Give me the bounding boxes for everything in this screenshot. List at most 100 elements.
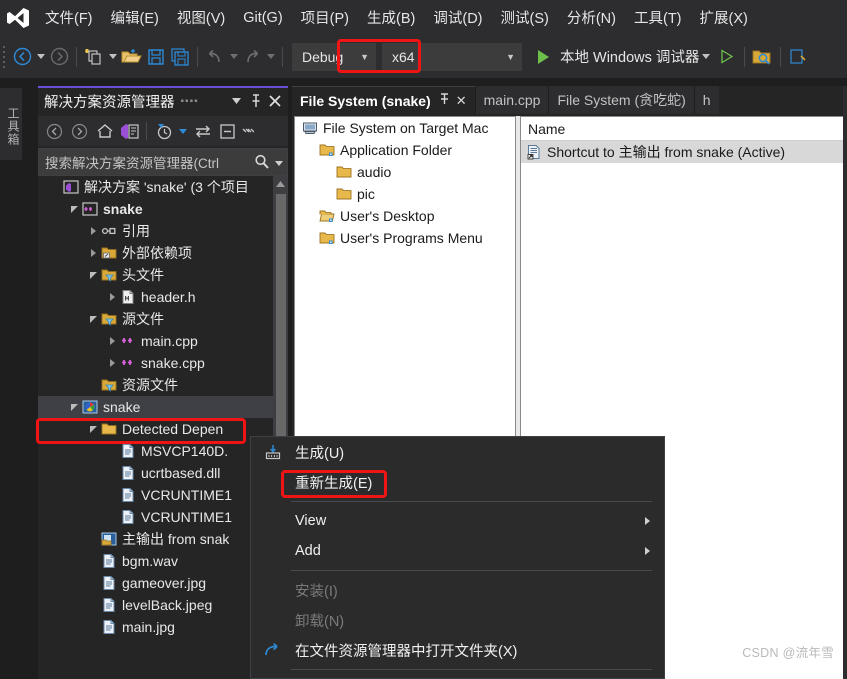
home-icon[interactable] [92,119,117,143]
start-debug-button[interactable] [531,42,555,72]
menu-item-git[interactable]: Git(G) [234,0,291,35]
watermark: CSDN @流年雪 [742,646,834,660]
pending-changes-dropdown-icon[interactable] [176,119,190,143]
tab-partial[interactable]: h [693,86,719,114]
twisty-right-icon[interactable] [105,359,119,367]
scrollbar-thumb[interactable] [276,194,286,444]
context-menu-item[interactable]: 在文件资源管理器中打开文件夹(X) [251,635,664,665]
twisty-down-icon[interactable] [67,205,81,213]
tree-item-header.h[interactable]: header.h [38,286,288,308]
file-system-detail-pane: Name Shortcut to 主输出 from snake (Active) [520,116,847,446]
tree-item-snake.cpp[interactable]: snake.cpp [38,352,288,374]
menu-item-build[interactable]: 生成(B) [358,0,424,35]
twisty-down-icon[interactable] [67,403,81,411]
solution-configuration-combo[interactable]: Debug ▼ [292,42,376,71]
search-options-dropdown-icon[interactable] [275,153,283,171]
tree-item-main.cpp[interactable]: main.cpp [38,330,288,352]
start-without-debug-button[interactable] [715,42,739,72]
tree-item-[interactable]: 源文件 [38,308,288,330]
twisty-down-icon[interactable] [86,315,100,323]
toolbox-vertical-tab[interactable]: 工具箱 [0,88,22,160]
tree-item-[interactable]: 外部依赖项 [38,242,288,264]
programs-folder-icon [318,230,335,246]
tree-item-[interactable]: 头文件 [38,264,288,286]
visual-studio-logo-icon [0,0,36,35]
menu-item-project[interactable]: 项目(P) [292,0,358,35]
redo-button[interactable] [240,42,264,72]
folder-search-button[interactable] [750,42,775,72]
toolbar-extra-button[interactable] [786,42,810,72]
context-menu-item[interactable]: 剪切(T)Ctrl+X [251,674,664,679]
fs-tree-item[interactable]: File System on Target Mac [295,117,515,139]
menu-item-tools[interactable]: 工具(T) [625,0,691,35]
tree-item-[interactable]: 引用 [38,220,288,242]
navigate-backward-button[interactable] [10,42,34,72]
tab-file-system-snake[interactable]: File System (snake) ✕ [292,86,475,114]
tree-item-snake3[interactable]: 解决方案 'snake' (3 个项目 [38,176,288,198]
menu-item-edit[interactable]: 编辑(E) [102,0,168,35]
twisty-down-icon[interactable] [86,271,100,279]
menu-item-extensions[interactable]: 扩展(X) [691,0,757,35]
fs-list-item[interactable]: Shortcut to 主输出 from snake (Active) [521,141,846,163]
solution-view-icon[interactable] [117,119,142,143]
fs-tree-item[interactable]: audio [295,161,515,183]
redo-dropdown[interactable] [264,42,277,72]
twisty-right-icon[interactable] [86,249,100,257]
open-file-button[interactable] [119,42,144,72]
sync-icon[interactable] [190,119,215,143]
target-machine-icon [301,120,318,136]
chevron-down-icon[interactable] [227,90,246,112]
context-menu-item[interactable]: Add [251,536,664,566]
context-menu-item[interactable]: 重新生成(E) [251,467,664,497]
fs-tree-item[interactable]: pic [295,183,515,205]
fs-tree-item[interactable]: Application Folder [295,139,515,161]
twisty-right-icon[interactable] [105,293,119,301]
search-icon[interactable] [254,154,270,170]
close-icon[interactable]: ✕ [456,93,467,109]
pending-changes-clock-icon[interactable] [151,119,176,143]
scroll-up-icon[interactable] [273,176,288,191]
context-menu-item[interactable]: View [251,506,664,536]
navigate-forward-button[interactable] [47,42,71,72]
menu-item-view[interactable]: 视图(V) [168,0,234,35]
save-button[interactable] [144,42,168,72]
toolbar-grip[interactable] [0,35,10,78]
list-column-header-name[interactable]: Name [521,117,846,141]
tab-file-system-tanchishe[interactable]: File System (贪吃蛇) [548,86,694,114]
fs-tree-item[interactable]: User's Desktop [295,205,515,227]
pin-icon[interactable] [439,93,450,108]
twisty-right-icon[interactable] [105,337,119,345]
save-all-button[interactable] [168,42,192,72]
new-project-button[interactable] [82,42,106,72]
start-debug-label[interactable]: 本地 Windows 调试器 [560,46,699,67]
context-menu-separator [291,570,652,571]
context-menu-item[interactable]: 生成(U) [251,437,664,467]
visual-studio-window: 文件(F) 编辑(E) 视图(V) Git(G) 项目(P) 生成(B) 调试(… [0,0,847,679]
tree-item-[interactable]: 资源文件 [38,374,288,396]
menu-item-file[interactable]: 文件(F) [36,0,102,35]
back-icon[interactable] [42,119,67,143]
forward-icon[interactable] [67,119,92,143]
start-debug-dropdown[interactable] [699,42,712,72]
twisty-right-icon[interactable] [86,227,100,235]
menu-item-test[interactable]: 测试(S) [492,0,558,35]
tab-main-cpp[interactable]: main.cpp [474,86,549,114]
fs-tree-item-label: File System on Target Mac [323,120,489,136]
undo-dropdown[interactable] [227,42,240,72]
tree-item-snake[interactable]: snake [38,198,288,220]
close-icon[interactable] [265,90,284,112]
menu-item-debug[interactable]: 调试(D) [424,0,491,35]
search-solution-explorer-input[interactable]: 搜索解决方案资源管理器(Ctrl [38,148,288,176]
twisty-down-icon[interactable] [86,425,100,433]
tree-item-snake[interactable]: snake [38,396,288,418]
fs-tree-item[interactable]: User's Programs Menu [295,227,515,249]
undo-button[interactable] [203,42,227,72]
collapse-all-icon[interactable] [215,119,240,143]
overflow-icon[interactable] [240,119,256,143]
fs-list-item-label: Shortcut to 主输出 from snake (Active) [547,144,786,160]
menu-item-analyze[interactable]: 分析(N) [558,0,625,35]
navigate-backward-dropdown[interactable] [34,42,47,72]
pin-icon[interactable] [246,90,265,112]
solution-platform-combo[interactable]: x64 ▼ [382,42,522,71]
new-project-dropdown[interactable] [106,42,119,72]
